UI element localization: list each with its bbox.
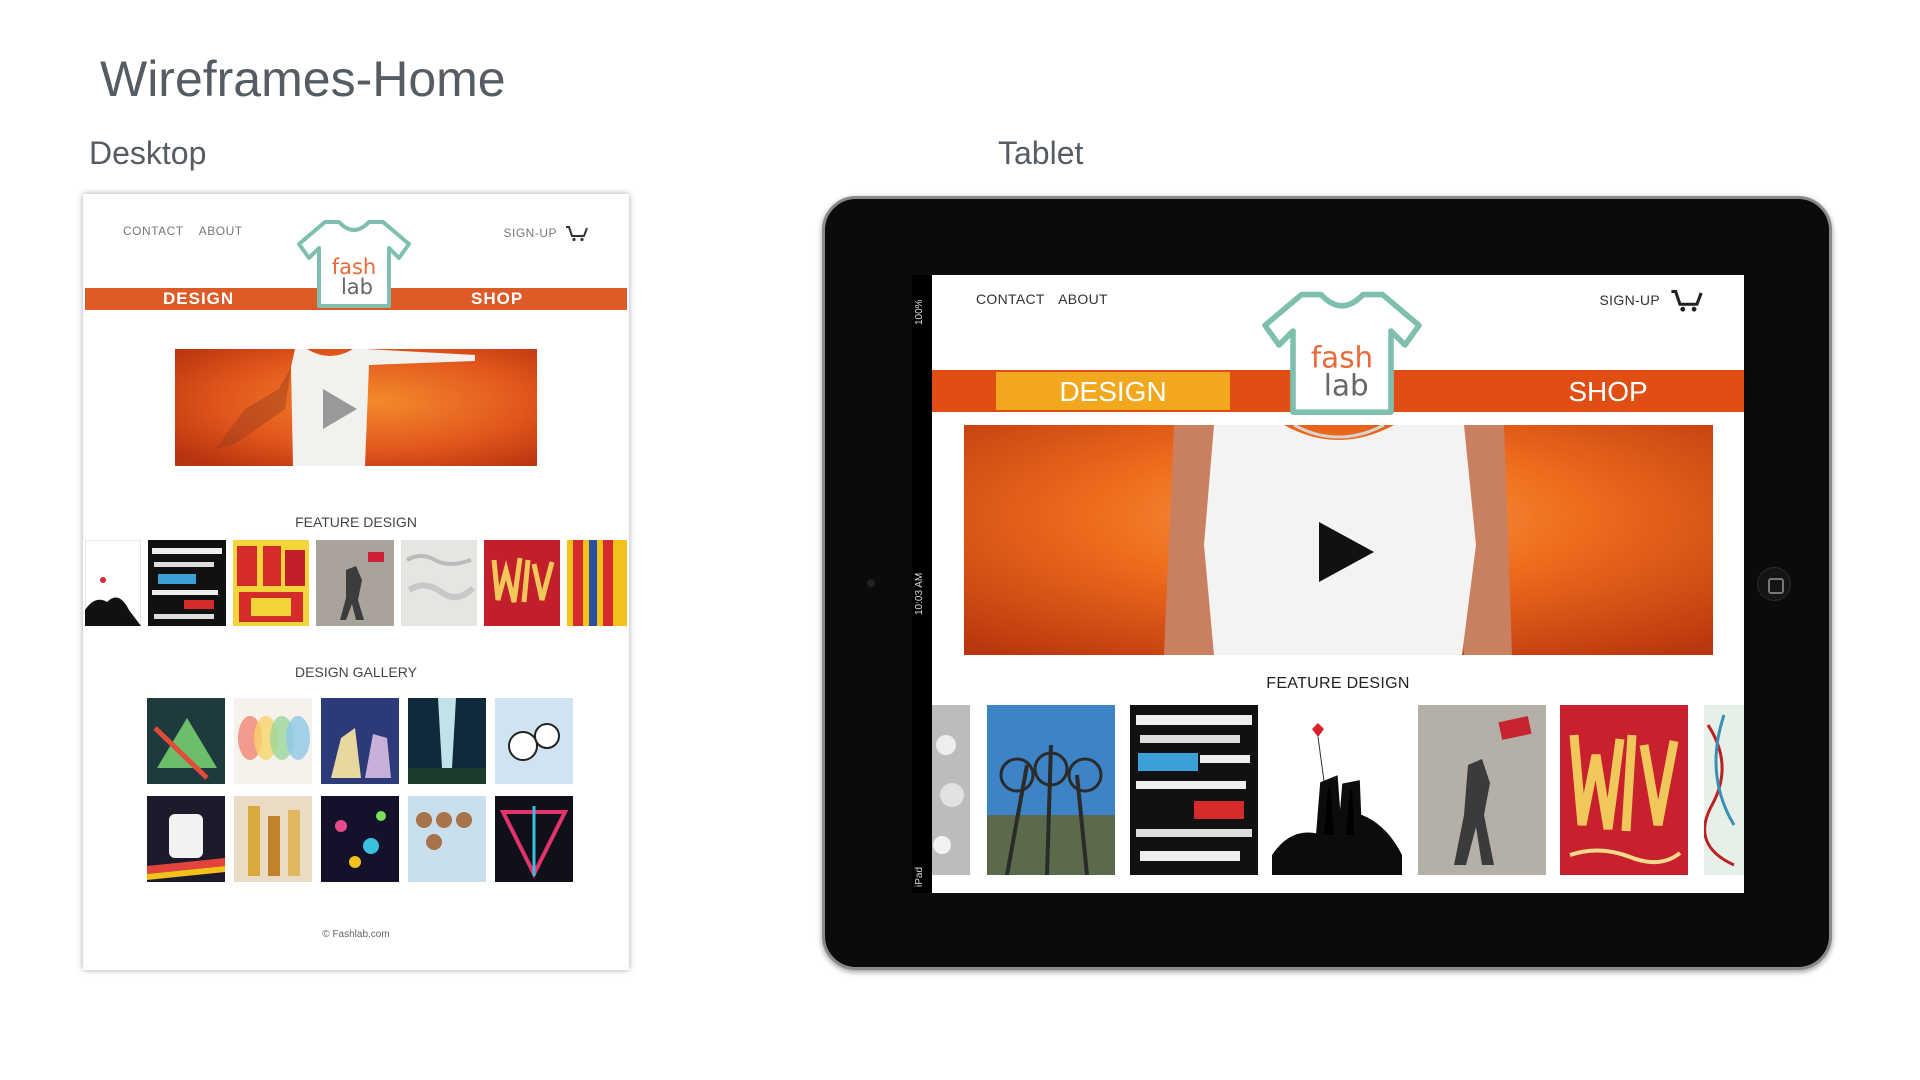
feature-thumbnail[interactable] xyxy=(148,540,226,626)
feature-thumbnail[interactable] xyxy=(484,540,560,626)
feature-thumbnail[interactable] xyxy=(1704,705,1744,875)
gallery-thumbnail[interactable] xyxy=(234,698,312,784)
feature-thumbnail[interactable] xyxy=(316,540,394,626)
battery-status: 100% xyxy=(914,299,925,325)
cart-icon[interactable] xyxy=(1670,287,1704,313)
gallery-thumbnail[interactable] xyxy=(408,796,486,882)
tablet-shop-button[interactable]: SHOP xyxy=(1472,370,1744,412)
gallery-thumbnail[interactable] xyxy=(147,796,225,882)
feature-thumbnail[interactable] xyxy=(1418,705,1546,875)
gallery-thumbnail[interactable] xyxy=(495,698,573,784)
desktop-label: Desktop xyxy=(89,135,207,171)
gallery-thumbnail[interactable] xyxy=(147,698,225,784)
tablet-feature-heading: FEATURE DESIGN xyxy=(1266,675,1410,692)
desktop-gallery-heading: DESIGN GALLERY xyxy=(295,664,417,680)
desktop-feature-heading: FEATURE DESIGN xyxy=(295,514,417,530)
cart-icon[interactable] xyxy=(565,224,589,242)
feature-thumbnail[interactable] xyxy=(932,705,970,875)
gallery-thumbnail[interactable] xyxy=(408,698,486,784)
tablet-nav-contact-link[interactable]: CONTACT xyxy=(976,291,1045,307)
feature-thumbnail[interactable] xyxy=(1130,705,1258,875)
desktop-footer: © Fashlab.com xyxy=(322,929,390,940)
feature-thumbnail[interactable] xyxy=(567,540,627,626)
tablet-status-bar: 100% 10:03 AM iPad xyxy=(912,275,932,893)
feature-thumbnail[interactable] xyxy=(1272,705,1402,875)
tablet-screen: CONTACT ABOUT SIGN-UP DESIGN SHOP fash l… xyxy=(932,275,1744,893)
desktop-shop-button[interactable]: SHOP xyxy=(471,288,523,310)
gallery-thumbnail[interactable] xyxy=(321,796,399,882)
desktop-hero-video[interactable] xyxy=(175,349,537,466)
feature-thumbnail[interactable] xyxy=(401,540,477,626)
fashlab-logo[interactable]: fash lab xyxy=(295,218,413,308)
desktop-nav-contact-link[interactable]: CONTACT xyxy=(123,224,184,238)
desktop-design-button[interactable]: DESIGN xyxy=(163,288,234,310)
feature-thumbnail[interactable] xyxy=(233,540,309,626)
desktop-nav-right: SIGN-UP xyxy=(503,224,589,242)
carrier-status: iPad xyxy=(914,866,925,887)
home-button-icon[interactable] xyxy=(1757,567,1791,601)
tablet-nav-about-link[interactable]: ABOUT xyxy=(1058,291,1108,307)
tablet-nav-left: CONTACT ABOUT xyxy=(976,291,1118,307)
desktop-nav-about-link[interactable]: ABOUT xyxy=(199,224,243,238)
logo-text-lab: lab xyxy=(341,275,373,299)
tablet-label: Tablet xyxy=(998,135,1084,171)
tablet-signup-link[interactable]: SIGN-UP xyxy=(1600,292,1660,308)
desktop-signup-link[interactable]: SIGN-UP xyxy=(503,226,557,240)
gallery-thumbnail[interactable] xyxy=(321,698,399,784)
desktop-wireframe: CONTACT ABOUT SIGN-UP DESIGN SHOP fash l… xyxy=(83,194,629,970)
feature-thumbnail[interactable] xyxy=(85,540,141,626)
clock-status: 10:03 AM xyxy=(914,572,925,615)
desktop-design-gallery xyxy=(147,698,573,882)
logo-text-lab: lab xyxy=(1324,368,1369,402)
feature-thumbnail[interactable] xyxy=(1560,705,1688,875)
tablet-nav-right: SIGN-UP xyxy=(1600,287,1704,313)
tablet-feature-carousel[interactable] xyxy=(932,705,1744,883)
slide-title: Wireframes-Home xyxy=(100,51,506,107)
fashlab-logo[interactable]: fash lab xyxy=(1257,289,1427,415)
gallery-thumbnail[interactable] xyxy=(495,796,573,882)
gallery-thumbnail[interactable] xyxy=(234,796,312,882)
feature-thumbnail[interactable] xyxy=(987,705,1115,875)
tablet-hero-video[interactable] xyxy=(964,425,1713,655)
camera-icon xyxy=(867,579,875,587)
tablet-design-button[interactable]: DESIGN xyxy=(996,372,1230,410)
desktop-nav-left: CONTACT ABOUT xyxy=(123,224,255,238)
desktop-feature-carousel[interactable] xyxy=(85,540,627,626)
